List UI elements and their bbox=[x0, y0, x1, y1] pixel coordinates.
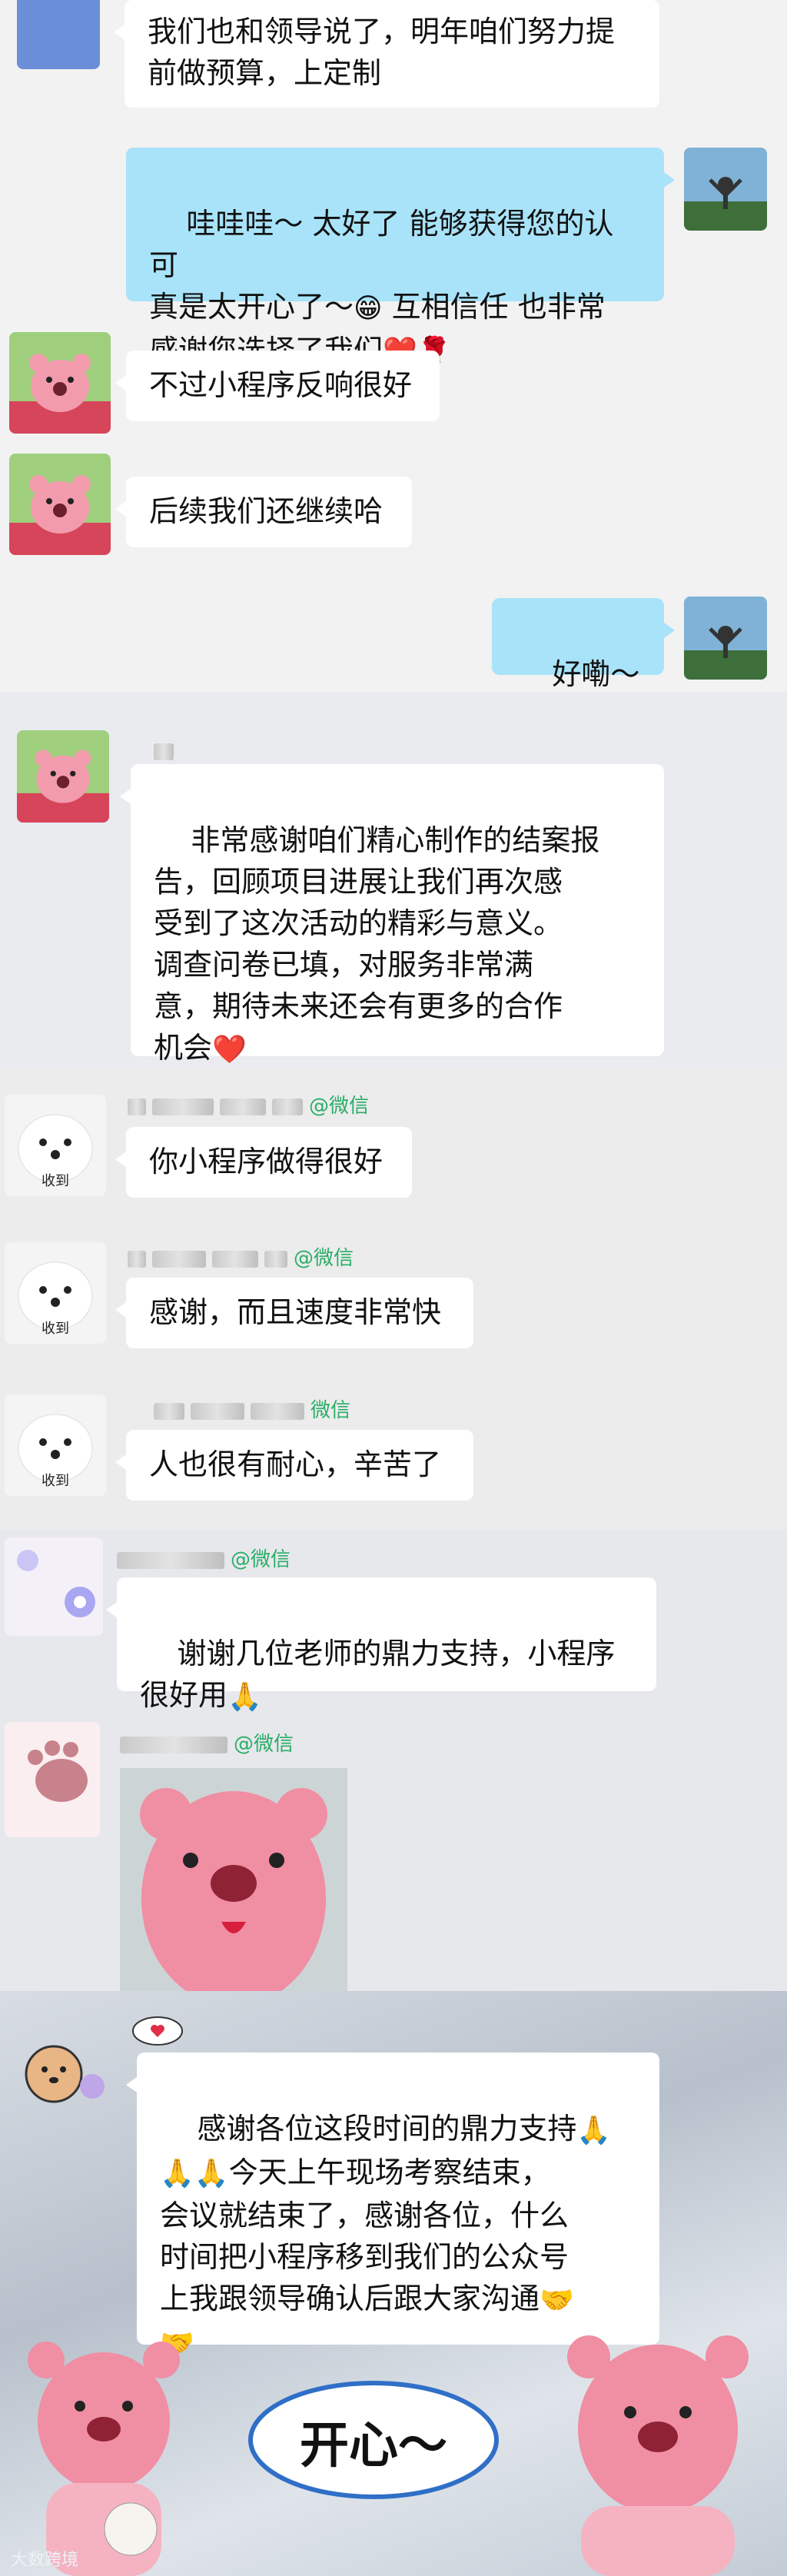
message-bubble: 后续我们还继续哈 bbox=[115, 477, 412, 547]
dog-avatar[interactable]: 收到 bbox=[5, 1394, 106, 1496]
dog-avatar[interactable]: 收到 bbox=[5, 1242, 106, 1344]
sticker-text: 开心～ bbox=[300, 2418, 447, 2475]
message-text: 感谢各位这段时间的鼎力支持 bbox=[197, 2112, 577, 2146]
cartoon-dog-avatar[interactable] bbox=[11, 2022, 111, 2122]
sender-name: 微信 bbox=[154, 1394, 350, 1423]
message-bubble: 非常感谢咱们精心制作的结案报 告，回顾项目进展让我们再次感 受到了这次活动的精彩… bbox=[120, 764, 664, 1065]
sender-name: @微信 bbox=[117, 1544, 291, 1572]
pray-emoji-icon: 🙏🙏 bbox=[160, 2158, 229, 2189]
message-bubble: 感谢各位这段时间的鼎力支持🙏 🙏🙏今天上午现场考察结束， 会议就结束了，感谢各位… bbox=[126, 2052, 659, 2359]
message-bubble: 我们也和领导说了，明年咱们努力提 前做预算，上定制 bbox=[114, 0, 659, 108]
loopy-character-left bbox=[15, 2322, 192, 2576]
heart-emoji-icon: ❤️ bbox=[212, 1033, 247, 1065]
happy-sticker: 开心～ bbox=[243, 2371, 504, 2509]
dog-avatar[interactable]: 收到 bbox=[5, 1095, 106, 1196]
paw-avatar[interactable] bbox=[5, 1722, 100, 1837]
pray-emoji-icon: 🙏 bbox=[227, 1680, 262, 1713]
grin-emoji-icon: 😁 bbox=[354, 292, 383, 324]
chat-section-4: @微信 谢谢几位老师的鼎力支持，小程序 很好用🙏 @微信 bbox=[0, 1530, 787, 1991]
message-bubble: 你小程序做得很好 bbox=[115, 1127, 412, 1198]
message-text: 谢谢几位老师的鼎力支持，小程序 很好用 bbox=[140, 1637, 616, 1712]
flower-avatar[interactable] bbox=[5, 1537, 103, 1636]
sender-name: @微信 bbox=[128, 1242, 354, 1271]
loopy-avatar[interactable] bbox=[17, 730, 109, 823]
sticker-text: 收到 bbox=[42, 1473, 69, 1489]
heart-cloud-icon bbox=[131, 2009, 184, 2048]
chat-section-5: 感谢各位这段时间的鼎力支持🙏 🙏🙏今天上午现场考察结束， 会议就结束了，感谢各位… bbox=[0, 1991, 787, 2576]
chat-section-1: 我们也和领导说了，明年咱们努力提 前做预算，上定制 哇哇哇～ 太好了 能够获得您… bbox=[0, 0, 787, 733]
message-bubble: 感谢，而且速度非常快 bbox=[115, 1278, 473, 1348]
sender-name: @微信 bbox=[120, 1728, 294, 1757]
loopy-sticker-image[interactable] bbox=[120, 1768, 347, 1991]
message-bubble: 人也很有耐心，辛苦了 bbox=[115, 1430, 473, 1501]
avatar-self[interactable] bbox=[684, 597, 767, 680]
my-message-bubble: 哇哇哇～ 太好了 能够获得您的认可 真是太开心了～😁 互相信任 也非常 感谢您选… bbox=[126, 148, 675, 367]
avatar-partner[interactable] bbox=[17, 0, 100, 69]
sticker-text: 收到 bbox=[42, 1173, 69, 1189]
message-bubble: 谢谢几位老师的鼎力支持，小程序 很好用🙏 bbox=[106, 1577, 656, 1713]
message-bubble: 不过小程序反响很好 bbox=[115, 351, 440, 421]
chat-section-3: 收到 @微信 你小程序做得很好 收到 @微信 感谢，而且速度非常快 收到 微信 … bbox=[0, 1069, 787, 1530]
chat-section-2: 非常感谢咱们精心制作的结案报 告，回顾项目进展让我们再次感 受到了这次活动的精彩… bbox=[0, 692, 787, 1069]
pray-emoji-icon: 🙏 bbox=[576, 2114, 612, 2146]
loopy-avatar[interactable] bbox=[9, 332, 111, 434]
sticker-text: 收到 bbox=[42, 1321, 69, 1337]
avatar-self[interactable] bbox=[684, 148, 767, 231]
loopy-character-right bbox=[527, 2314, 787, 2576]
message-text: 好嘞～ bbox=[552, 657, 640, 691]
watermark: 大数跨境 bbox=[11, 2551, 79, 2570]
my-message-bubble: 好嘞～😳 bbox=[492, 598, 675, 733]
sender-name bbox=[154, 740, 180, 763]
sender-name: @微信 bbox=[128, 1090, 369, 1118]
loopy-avatar[interactable] bbox=[9, 454, 111, 555]
